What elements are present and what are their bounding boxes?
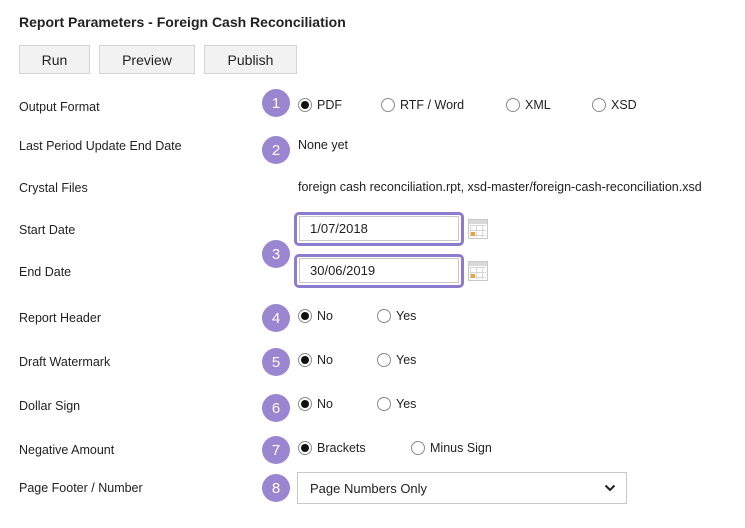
step-badge-4: 4 [262, 304, 290, 332]
draft-watermark-label: Draft Watermark [19, 355, 111, 369]
report-header-yes-label: Yes [396, 309, 417, 323]
publish-button[interactable]: Publish [204, 45, 297, 74]
step-badge-1: 1 [262, 89, 290, 117]
report-header-yes-radio[interactable]: Yes [377, 309, 416, 323]
output-format-rtf-label: RTF / Word [400, 98, 465, 112]
page-title: Report Parameters - Foreign Cash Reconci… [19, 14, 346, 30]
end-date-input[interactable]: 30/06/2019 [299, 258, 459, 283]
page-footer-select[interactable]: Page Numbers Only [297, 472, 627, 504]
start-date-input[interactable]: 1/07/2018 [299, 216, 459, 241]
output-format-xml-radio[interactable]: XML [506, 98, 551, 112]
negative-amount-minus-label: Minus Sign [430, 441, 492, 455]
draft-watermark-no-label: No [317, 353, 333, 367]
radio-unselected-icon [381, 98, 395, 112]
draft-watermark-yes-radio[interactable]: Yes [377, 353, 416, 367]
last-period-value: None yet [298, 138, 349, 152]
crystal-files-label: Crystal Files [19, 181, 88, 195]
dollar-sign-yes-label: Yes [396, 397, 417, 411]
negative-amount-brackets-label: Brackets [317, 441, 366, 455]
dollar-sign-no-label: No [317, 397, 333, 411]
output-format-xsd-radio[interactable]: XSD [592, 98, 637, 112]
step-badge-6: 6 [262, 394, 290, 422]
output-format-pdf-radio[interactable]: PDF [298, 98, 342, 112]
step-badge-3: 3 [262, 240, 290, 268]
end-date-label: End Date [19, 265, 72, 279]
run-button[interactable]: Run [19, 45, 90, 74]
radio-unselected-icon [377, 353, 391, 367]
step-badge-8: 8 [262, 474, 290, 502]
radio-selected-icon [298, 441, 312, 455]
radio-selected-icon [298, 98, 312, 112]
radio-unselected-icon [411, 441, 425, 455]
report-header-no-radio[interactable]: No [298, 309, 333, 323]
start-date-label: Start Date [19, 223, 76, 237]
draft-watermark-no-radio[interactable]: No [298, 353, 333, 367]
radio-selected-icon [298, 309, 312, 323]
dollar-sign-label: Dollar Sign [19, 399, 81, 413]
draft-watermark-yes-label: Yes [396, 353, 417, 367]
page-footer-value: Page Numbers Only [310, 480, 428, 496]
radio-unselected-icon [592, 98, 606, 112]
page-footer-label: Page Footer / Number [19, 481, 143, 495]
report-header-label: Report Header [19, 311, 101, 325]
radio-selected-icon [298, 353, 312, 367]
preview-button[interactable]: Preview [99, 45, 195, 74]
output-format-rtf-radio[interactable]: RTF / Word [381, 98, 464, 112]
step-badge-2: 2 [262, 136, 290, 164]
output-format-xml-label: XML [525, 98, 551, 112]
output-format-label: Output Format [19, 100, 100, 114]
dollar-sign-no-radio[interactable]: No [298, 397, 333, 411]
output-format-pdf-label: PDF [317, 98, 342, 112]
output-format-xsd-label: XSD [611, 98, 637, 112]
report-header-no-label: No [317, 309, 333, 323]
radio-unselected-icon [506, 98, 520, 112]
chevron-down-icon [604, 482, 616, 497]
dollar-sign-yes-radio[interactable]: Yes [377, 397, 416, 411]
radio-unselected-icon [377, 397, 391, 411]
radio-unselected-icon [377, 309, 391, 323]
negative-amount-minus-radio[interactable]: Minus Sign [411, 441, 492, 455]
calendar-icon[interactable] [468, 219, 488, 239]
calendar-icon[interactable] [468, 261, 488, 281]
negative-amount-label: Negative Amount [19, 443, 115, 457]
negative-amount-brackets-radio[interactable]: Brackets [298, 441, 366, 455]
crystal-files-value: foreign cash reconciliation.rpt, xsd-mas… [298, 180, 702, 194]
radio-selected-icon [298, 397, 312, 411]
last-period-label: Last Period Update End Date [19, 139, 182, 153]
step-badge-7: 7 [262, 436, 290, 464]
step-badge-5: 5 [262, 348, 290, 376]
